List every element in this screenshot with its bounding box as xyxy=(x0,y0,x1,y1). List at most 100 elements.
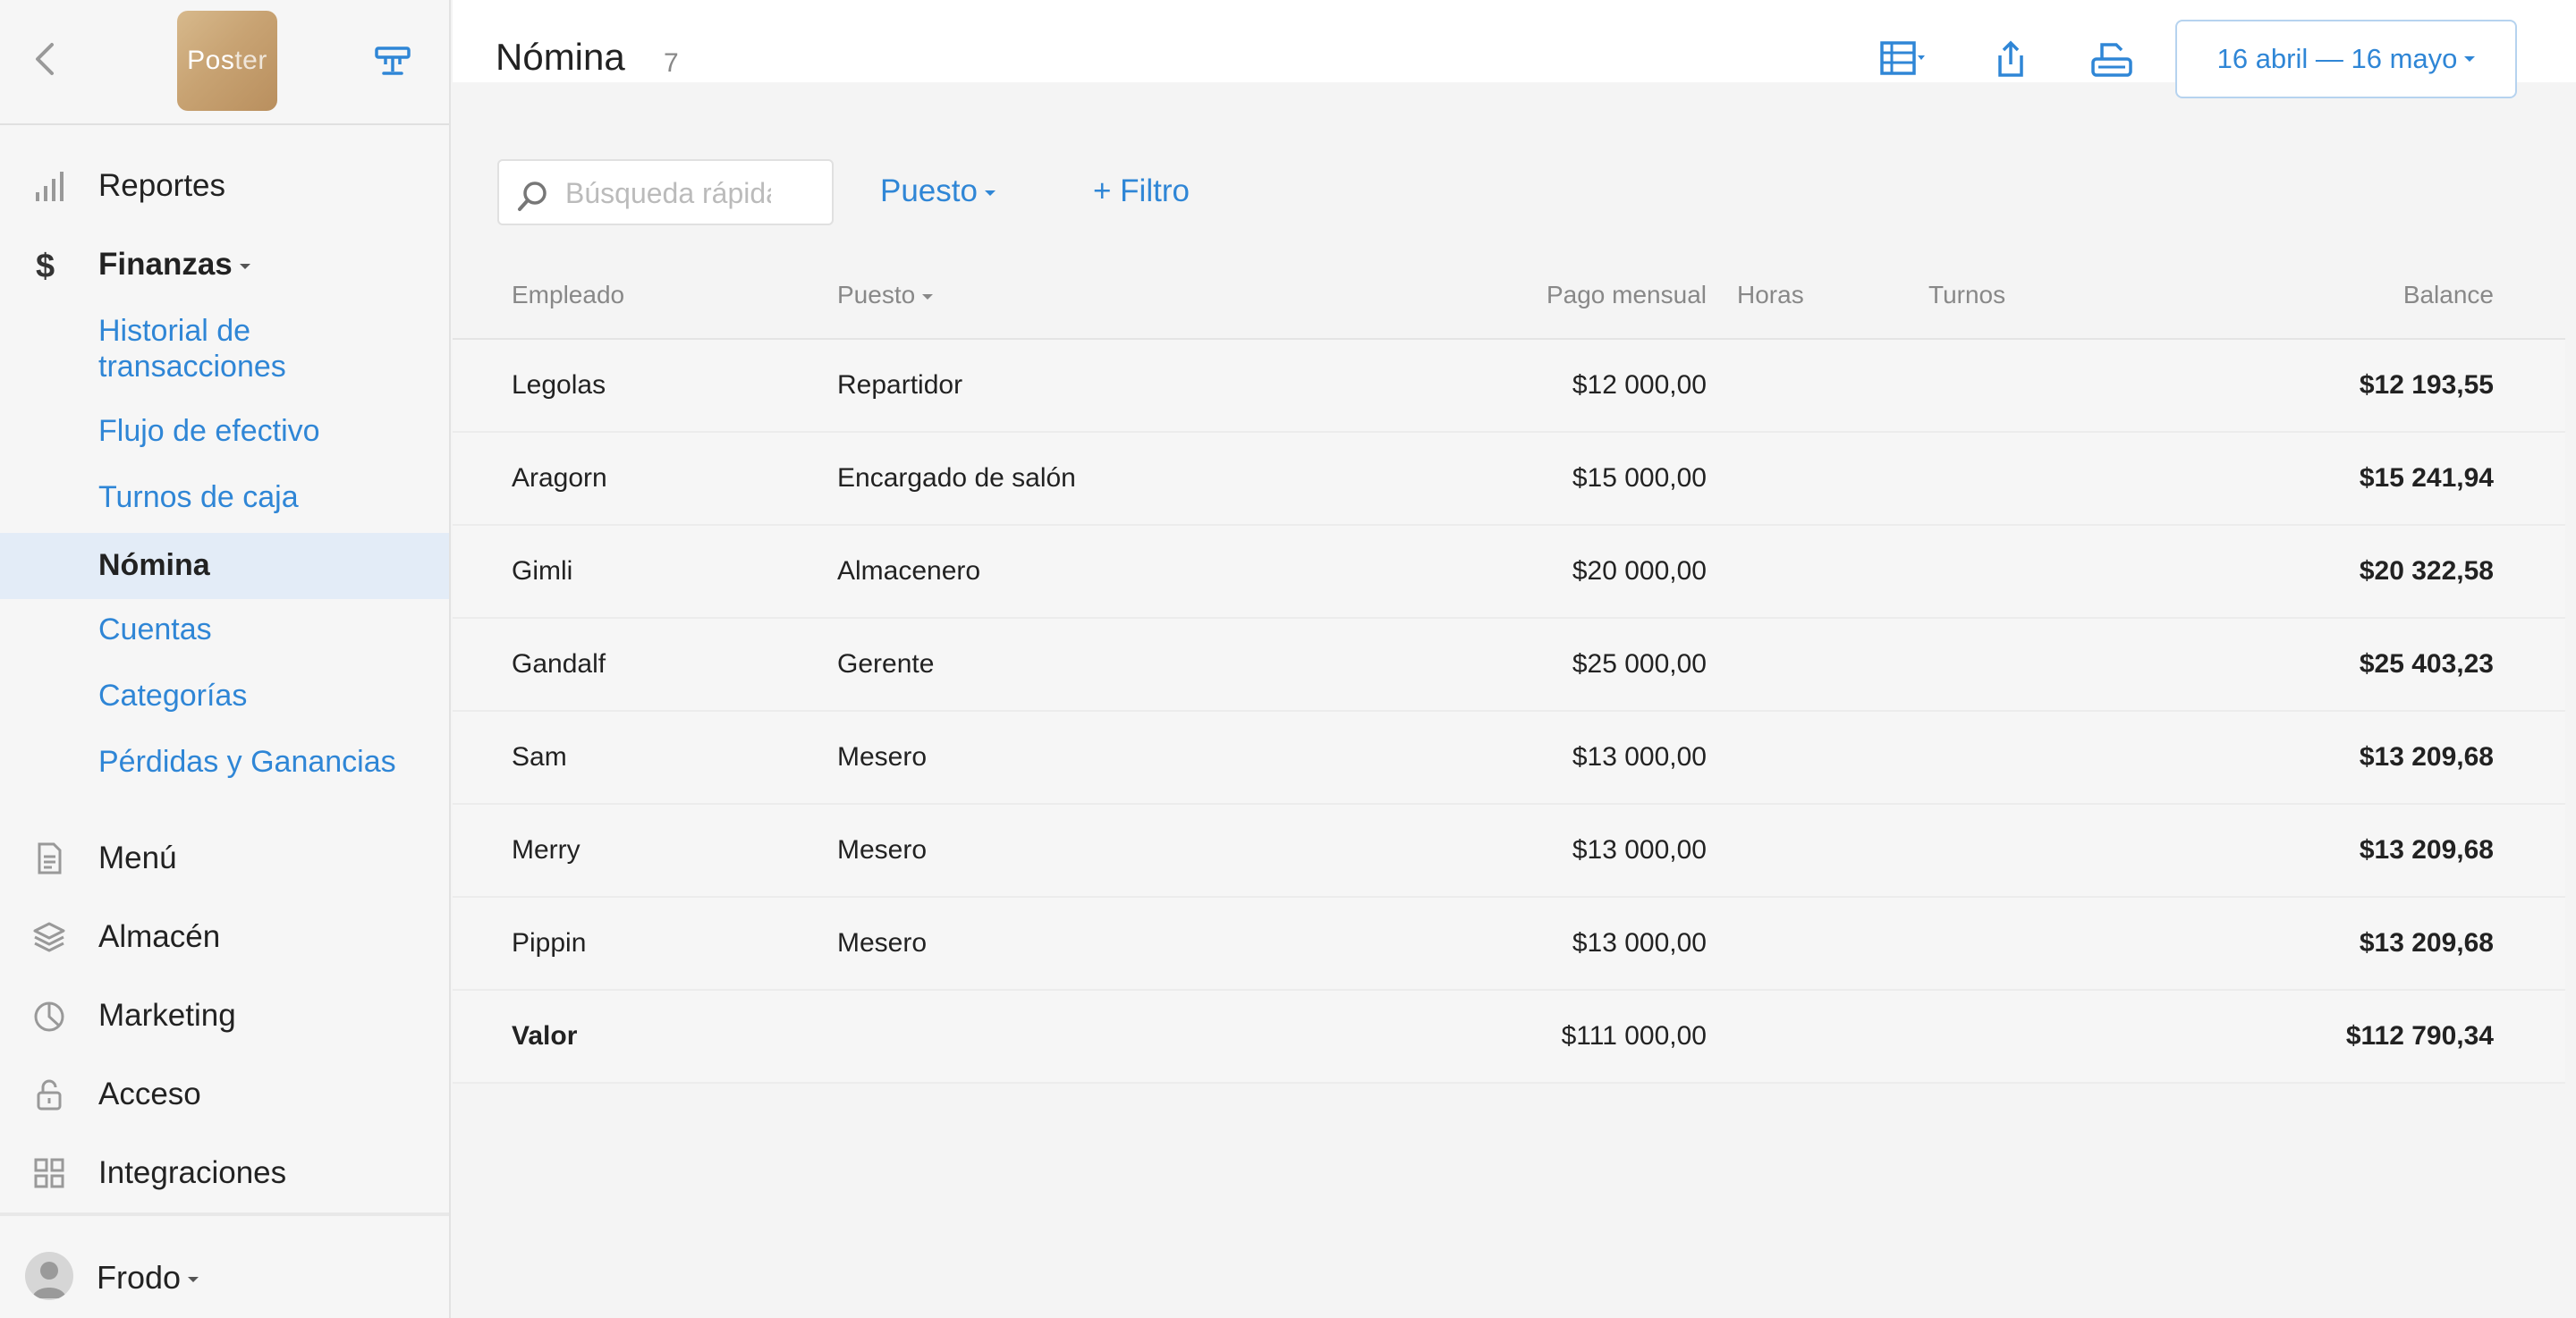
nav-item-marketing[interactable]: Marketing xyxy=(0,976,449,1055)
nav-label-acceso: Acceso xyxy=(98,1077,201,1111)
cell-pago-mensual: $15 000,00 xyxy=(1572,463,1707,493)
user-menu[interactable]: Frodo xyxy=(0,1212,449,1318)
main-content: Nómina 7 16 abril — 16 mayo Búsqueda ráp… xyxy=(453,0,2576,1318)
chevron-down-icon xyxy=(2464,56,2476,62)
payroll-table: Empleado Puesto Pago mensual Horas Turno… xyxy=(453,259,2565,1084)
table-total-row: Valor $111 000,00 $112 790,34 xyxy=(453,991,2565,1084)
search-box[interactable] xyxy=(497,159,834,225)
page-title: Nómina xyxy=(496,36,625,78)
sidebar: Pos ter Reportes $ Finanzas Historial de… xyxy=(0,0,451,1318)
cell-pago-mensual: $13 000,00 xyxy=(1572,835,1707,865)
table-row[interactable]: Gimli Almacenero $20 000,00 $20 322,58 xyxy=(453,526,2565,619)
user-name: Frodo xyxy=(97,1259,199,1297)
puesto-filter-dropdown[interactable]: Puesto xyxy=(880,173,996,209)
nav-item-acceso[interactable]: Acceso xyxy=(0,1055,449,1134)
sub-item-cuentas[interactable]: Cuentas xyxy=(98,612,212,647)
table-body: Legolas Repartidor $12 000,00 $12 193,55 Ara… xyxy=(453,340,2565,991)
col-empleado[interactable]: Empleado xyxy=(512,281,624,309)
add-filter-button[interactable]: + Filtro xyxy=(1093,173,1190,209)
sub-item-historial-line1: Historial de xyxy=(98,314,251,348)
cell-balance: $13 209,68 xyxy=(2359,928,2494,958)
col-balance[interactable]: Balance xyxy=(2403,281,2494,309)
layers-icon xyxy=(33,922,65,952)
cell-puesto: Mesero xyxy=(837,835,928,865)
bar-chart-icon xyxy=(36,172,64,201)
nav-item-finanzas[interactable]: $ Finanzas xyxy=(0,225,449,304)
table-view-icon[interactable] xyxy=(1880,39,1925,79)
svg-text:$: $ xyxy=(36,248,55,282)
logo-text-pos: Pos xyxy=(187,46,235,75)
sub-item-flujo[interactable]: Flujo de efectivo xyxy=(98,413,320,449)
nav-label-reportes: Reportes xyxy=(98,168,226,203)
print-icon[interactable] xyxy=(2089,39,2134,79)
cell-pago-mensual: $13 000,00 xyxy=(1572,742,1707,772)
cell-puesto: Encargado de salón xyxy=(837,463,1076,493)
lock-icon xyxy=(37,1079,62,1111)
page-header: Nómina 7 16 abril — 16 mayo xyxy=(453,0,2576,98)
cell-empleado: Gandalf xyxy=(512,649,606,679)
col-pago-mensual[interactable]: Pago mensual xyxy=(1546,281,1707,309)
puesto-filter-label: Puesto xyxy=(880,173,978,208)
nav-item-reportes[interactable]: Reportes xyxy=(0,147,449,225)
avatar xyxy=(25,1252,73,1300)
search-input[interactable] xyxy=(565,175,771,211)
sub-item-turnos[interactable]: Turnos de caja xyxy=(98,479,299,515)
table-row[interactable]: Aragorn Encargado de salón $15 000,00 $15 2… xyxy=(453,433,2565,526)
table-row[interactable]: Sam Mesero $13 000,00 $13 209,68 xyxy=(453,712,2565,805)
nav-label-almacen: Almacén xyxy=(98,919,221,954)
cell-balance: $20 322,58 xyxy=(2359,556,2494,586)
dollar-icon: $ xyxy=(36,248,55,282)
cell-puesto: Repartidor xyxy=(837,370,963,400)
date-range-button[interactable]: 16 abril — 16 mayo xyxy=(2175,20,2517,98)
cell-pago-mensual: $20 000,00 xyxy=(1572,556,1707,586)
cell-puesto: Almacenero xyxy=(837,556,981,586)
col-puesto[interactable]: Puesto xyxy=(837,281,934,309)
table-row[interactable]: Gandalf Gerente $25 000,00 $25 403,23 xyxy=(453,619,2565,712)
nav-item-menu[interactable]: Menú xyxy=(0,819,449,898)
chevron-down-icon xyxy=(239,263,250,269)
table-row[interactable]: Pippin Mesero $13 000,00 $13 209,68 xyxy=(453,898,2565,991)
sidebar-header: Pos ter xyxy=(0,0,449,125)
sub-item-historial-line2: transacciones xyxy=(98,350,286,384)
cell-puesto: Mesero xyxy=(837,928,928,958)
table-row[interactable]: Legolas Repartidor $12 000,00 $12 193,55 xyxy=(453,340,2565,433)
cell-puesto: Gerente xyxy=(837,649,935,679)
table-row[interactable]: Merry Mesero $13 000,00 $13 209,68 xyxy=(453,805,2565,898)
export-icon[interactable] xyxy=(1993,39,2029,79)
total-balance: $112 790,34 xyxy=(2345,1021,2494,1051)
date-range-label: 16 abril — 16 mayo xyxy=(2216,43,2458,74)
sub-item-perdidas[interactable]: Pérdidas y Ganancias xyxy=(98,744,396,780)
sub-item-historial[interactable]: Historial de transacciones xyxy=(98,313,286,384)
cell-empleado: Gimli xyxy=(512,556,573,586)
pos-terminal-icon[interactable] xyxy=(374,41,411,79)
grid-icon xyxy=(34,1158,64,1188)
nav-item-almacen[interactable]: Almacén xyxy=(0,898,449,976)
finanzas-submenu: Historial de transacciones Flujo de efec… xyxy=(0,304,449,779)
cell-empleado: Pippin xyxy=(512,928,587,958)
cell-balance: $13 209,68 xyxy=(2359,742,2494,772)
poster-logo[interactable]: Pos ter xyxy=(177,11,277,111)
nav-item-integraciones[interactable]: Integraciones xyxy=(0,1134,449,1212)
sub-item-nomina-label: Nómina xyxy=(98,548,210,582)
cell-pago-mensual: $13 000,00 xyxy=(1572,928,1707,958)
col-turnos[interactable]: Turnos xyxy=(1928,281,2005,309)
user-avatar-icon xyxy=(32,1262,66,1298)
cell-balance: $13 209,68 xyxy=(2359,835,2494,865)
nav-label-menu: Menú xyxy=(98,841,177,875)
col-horas[interactable]: Horas xyxy=(1737,281,1804,309)
sub-item-nomina[interactable]: Nómina xyxy=(0,533,449,599)
back-chevron-icon[interactable] xyxy=(30,41,59,77)
cell-pago-mensual: $25 000,00 xyxy=(1572,649,1707,679)
cell-empleado: Sam xyxy=(512,742,567,772)
sub-item-categorias[interactable]: Categorías xyxy=(98,678,247,714)
document-icon xyxy=(38,842,62,874)
cell-pago-mensual: $12 000,00 xyxy=(1572,370,1707,400)
cell-empleado: Merry xyxy=(512,835,580,865)
cell-balance: $12 193,55 xyxy=(2359,370,2494,400)
search-icon xyxy=(518,182,547,211)
total-pago: $111 000,00 xyxy=(1561,1021,1707,1051)
cell-balance: $15 241,94 xyxy=(2359,463,2494,493)
chevron-down-icon xyxy=(188,1277,199,1283)
page-count: 7 xyxy=(664,48,679,78)
cell-empleado: Legolas xyxy=(512,370,606,400)
